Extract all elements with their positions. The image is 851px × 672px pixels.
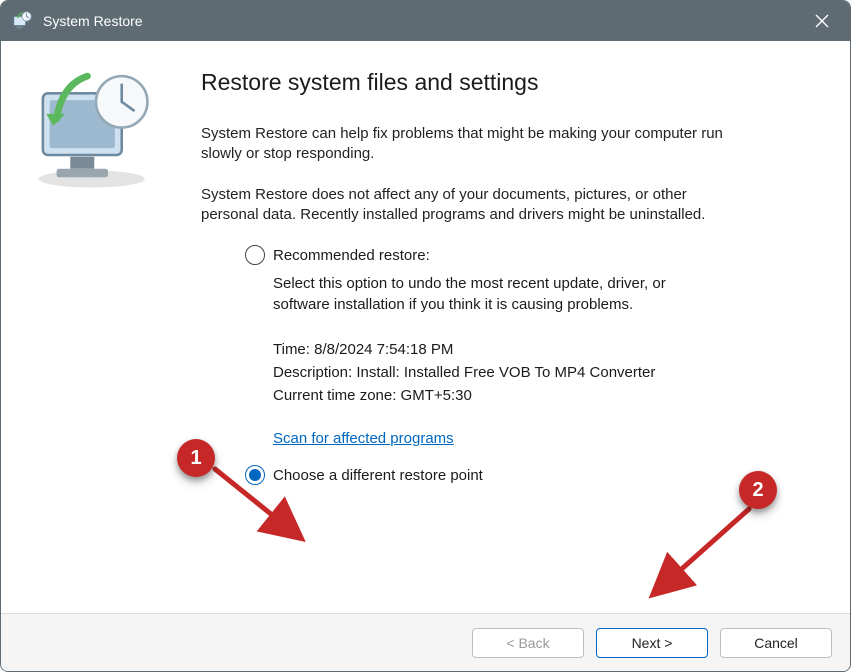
restore-graphic-icon xyxy=(21,71,171,191)
radio-choose-label: Choose a different restore point xyxy=(273,467,483,484)
wizard-body: Restore system files and settings System… xyxy=(1,41,850,613)
system-restore-window: System Restore Restore system files and … xyxy=(0,0,851,672)
wizard-sidebar xyxy=(1,41,201,613)
recommended-description: Select this option to undo the most rece… xyxy=(273,273,725,315)
next-button[interactable]: Next > xyxy=(596,628,708,658)
radio-icon xyxy=(245,465,265,485)
close-button[interactable] xyxy=(800,5,844,37)
radio-choose-different-point[interactable]: Choose a different restore point xyxy=(245,465,725,485)
intro-paragraph-2: System Restore does not affect any of yo… xyxy=(201,185,741,226)
system-restore-icon xyxy=(11,10,33,32)
titlebar: System Restore xyxy=(1,1,850,41)
restore-time: Time: 8/8/2024 7:54:18 PM xyxy=(273,341,725,358)
radio-icon xyxy=(245,245,265,265)
restore-options: Recommended restore: Select this option … xyxy=(245,245,725,485)
intro-paragraph-1: System Restore can help fix problems tha… xyxy=(201,124,741,165)
back-button[interactable]: < Back xyxy=(472,628,584,658)
annotation-marker-1: 1 xyxy=(177,439,215,477)
wizard-footer: < Back Next > Cancel xyxy=(1,613,850,671)
radio-recommended-restore[interactable]: Recommended restore: xyxy=(245,245,725,265)
page-heading: Restore system files and settings xyxy=(201,69,796,96)
radio-recommended-label: Recommended restore: xyxy=(273,247,430,264)
annotation-marker-2: 2 xyxy=(739,471,777,509)
scan-affected-programs-link[interactable]: Scan for affected programs xyxy=(273,430,454,447)
wizard-content: Restore system files and settings System… xyxy=(201,41,850,613)
restore-timezone: Current time zone: GMT+5:30 xyxy=(273,387,725,404)
close-icon xyxy=(815,14,829,28)
window-title: System Restore xyxy=(43,13,143,29)
cancel-button[interactable]: Cancel xyxy=(720,628,832,658)
restore-description: Description: Install: Installed Free VOB… xyxy=(273,364,725,381)
